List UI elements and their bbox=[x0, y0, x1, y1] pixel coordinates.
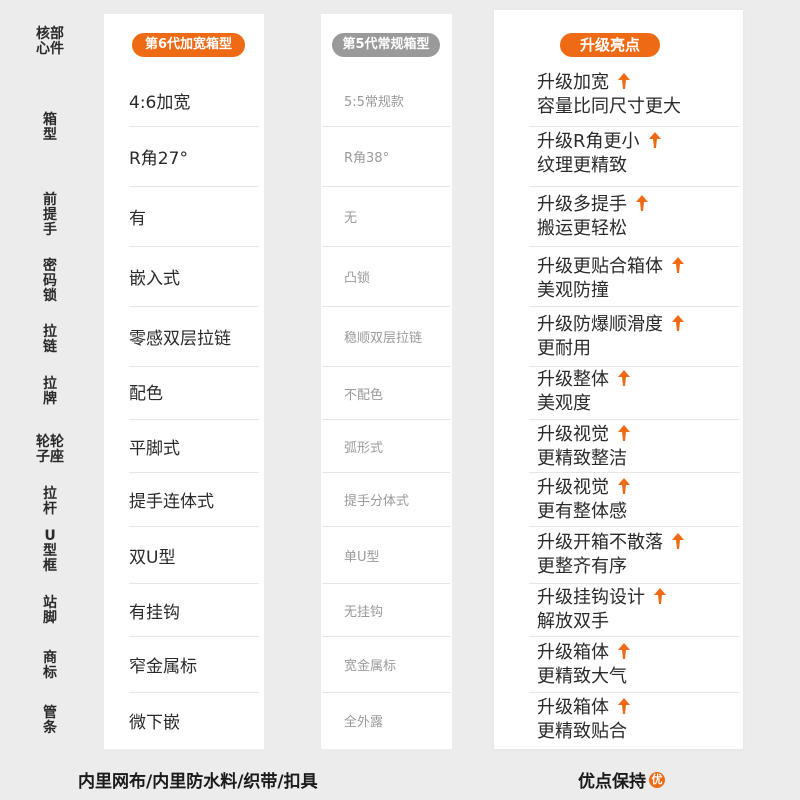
row-label-wheel-base: 轮轮 子座 bbox=[36, 434, 64, 465]
up-arrow-icon bbox=[636, 195, 648, 211]
highlight-item: 升级更贴合箱体 美观防撞 bbox=[529, 255, 740, 307]
row-label-u-frame: U型框 bbox=[43, 528, 57, 574]
highlight-item: 升级箱体 更精致贴合 bbox=[529, 696, 740, 748]
core-parts-label: 核部 心件 bbox=[36, 26, 64, 57]
row-label-zip-tab: 拉牌 bbox=[43, 376, 57, 407]
gen6-cell: 有挂钩 bbox=[129, 584, 259, 637]
gen5-cell: 全外露 bbox=[344, 715, 384, 730]
row-label-zipper: 拉链 bbox=[43, 324, 57, 355]
gen6-cell: 微下嵌 bbox=[129, 713, 180, 733]
gen5-cell: 宽金属标 bbox=[322, 637, 450, 693]
gen6-title-pill: 第6代加宽箱型 bbox=[132, 33, 245, 57]
gen6-cell: 双U型 bbox=[129, 527, 259, 584]
highlight-item: 升级多提手 搬运更轻松 bbox=[529, 193, 740, 247]
row-label-trolley: 拉杆 bbox=[43, 486, 57, 517]
gen6-cell: 4:6加宽 bbox=[129, 74, 259, 127]
gen5-cell: 5:5常规款 bbox=[322, 74, 450, 127]
advantage-badge-icon: 优 bbox=[649, 771, 665, 788]
footer-retained-parts: 内里网布/内里防水料/织带/扣具 bbox=[78, 772, 318, 792]
highlight-item: 升级挂钩设计 解放双手 bbox=[529, 586, 740, 637]
gen5-cell: 不配色 bbox=[322, 367, 450, 420]
row-label-piping: 管条 bbox=[43, 705, 57, 736]
up-arrow-icon bbox=[672, 315, 684, 331]
highlight-item: 升级防爆顺滑度 更耐用 bbox=[529, 313, 740, 367]
highlight-item: 升级整体 美观度 bbox=[529, 368, 740, 420]
highlight-item: 升级视觉 更精致整洁 bbox=[529, 423, 740, 473]
row-label-front-handle: 前提手 bbox=[43, 192, 57, 238]
highlight-item: 升级箱体 更精致大气 bbox=[529, 641, 740, 693]
up-arrow-icon bbox=[672, 533, 684, 549]
up-arrow-icon bbox=[654, 588, 666, 604]
row-label-foot: 站脚 bbox=[43, 595, 57, 626]
up-arrow-icon bbox=[672, 257, 684, 273]
gen6-cell: 有 bbox=[129, 187, 259, 247]
gen6-cell: R角27° bbox=[129, 127, 259, 187]
gen6-cell: 平脚式 bbox=[129, 420, 259, 473]
highlight-item: 升级开箱不散落 更整齐有序 bbox=[529, 531, 740, 584]
gen5-cell: 稳顺双层拉链 bbox=[322, 307, 450, 367]
up-arrow-icon bbox=[618, 643, 630, 659]
up-arrow-icon bbox=[618, 370, 630, 386]
up-arrow-icon bbox=[648, 132, 661, 148]
gen5-cell: 无 bbox=[322, 187, 450, 247]
gen5-cell: 无挂钩 bbox=[322, 584, 450, 637]
highlight-item: 升级视觉 更有整体感 bbox=[529, 476, 740, 527]
highlight-item: 升级加宽 容量比同尺寸更大 bbox=[529, 71, 740, 127]
gen5-cell: 提手分体式 bbox=[322, 473, 450, 527]
row-label-logo: 商标 bbox=[43, 650, 57, 681]
gen5-cell: 弧形式 bbox=[322, 420, 450, 473]
gen5-title-pill: 第5代常规箱型 bbox=[332, 33, 440, 57]
gen6-cell: 配色 bbox=[129, 367, 259, 420]
up-arrow-icon bbox=[618, 73, 630, 89]
gen5-cell: 单U型 bbox=[322, 527, 450, 584]
row-label-lock: 密码锁 bbox=[43, 258, 57, 304]
row-labels-column: 核部 心件 箱型 前提手 密码锁 拉链 拉牌 轮轮 子座 拉杆 U型框 站脚 商标… bbox=[0, 0, 100, 760]
gen5-cell: 凸锁 bbox=[322, 247, 450, 307]
gen6-cell: 嵌入式 bbox=[129, 247, 259, 307]
gen5-cell: R角38° bbox=[322, 127, 450, 187]
highlight-item: 升级R角更小 纹理更精致 bbox=[529, 130, 740, 187]
gen6-cell: 提手连体式 bbox=[129, 473, 259, 527]
up-arrow-icon bbox=[618, 698, 630, 714]
footer-advantages-kept: 优点保持 优 bbox=[578, 767, 665, 792]
up-arrow-icon bbox=[618, 478, 630, 494]
highlights-title-pill: 升级亮点 bbox=[560, 33, 660, 57]
gen6-cell: 零感双层拉链 bbox=[129, 307, 259, 367]
row-label-box-type: 箱型 bbox=[43, 112, 57, 143]
gen6-cell: 窄金属标 bbox=[129, 637, 259, 693]
up-arrow-icon bbox=[618, 425, 630, 441]
